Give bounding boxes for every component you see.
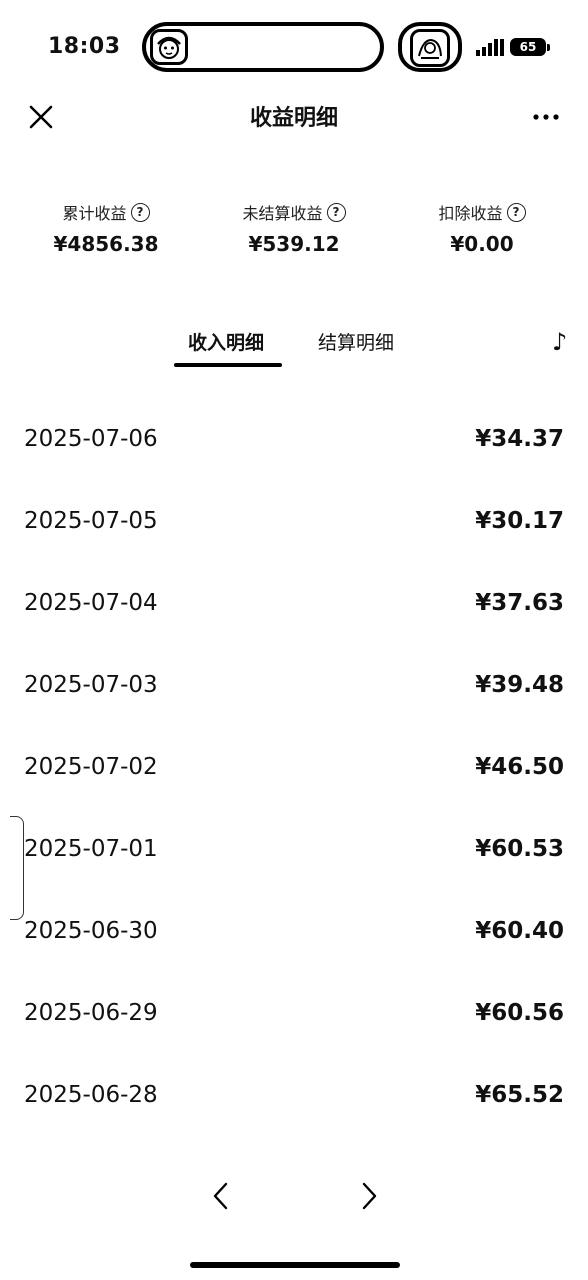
stat-value: ¥0.00 bbox=[450, 232, 514, 256]
help-icon[interactable]: ? bbox=[506, 202, 526, 222]
row-date: 2025-07-02 bbox=[24, 754, 158, 780]
tab-income-details[interactable]: 收入明细 bbox=[188, 328, 264, 355]
page-title: 收益明细 bbox=[249, 106, 338, 131]
avatar-icon bbox=[150, 29, 188, 65]
row-date: 2025-07-04 bbox=[24, 590, 158, 616]
earnings-summary: 累计收益 ? ¥4856.38 未结算收益 ? ¥539.12 扣除收益 ? ¥… bbox=[0, 200, 588, 270]
stat-label: 未结算收益 bbox=[242, 204, 323, 223]
list-item[interactable]: 2025-07-02 ¥46.50 bbox=[0, 730, 588, 812]
income-list: 2025-07-06 ¥34.37 2025-07-05 ¥30.17 2025… bbox=[0, 402, 588, 1140]
header: 收益明细 bbox=[0, 90, 588, 142]
list-item[interactable]: 2025-07-05 ¥30.17 bbox=[0, 484, 588, 566]
stat-value: ¥539.12 bbox=[248, 232, 340, 256]
dynamic-island-left[interactable] bbox=[142, 22, 384, 72]
stat-total-earnings: 累计收益 ? ¥4856.38 bbox=[16, 200, 196, 256]
row-date: 2025-06-28 bbox=[24, 1082, 158, 1108]
battery-tip bbox=[547, 44, 550, 51]
list-item[interactable]: 2025-06-30 ¥60.40 bbox=[0, 894, 588, 976]
dynamic-island-right[interactable] bbox=[398, 22, 462, 72]
row-date: 2025-07-06 bbox=[24, 426, 158, 452]
pagination bbox=[0, 1172, 588, 1218]
tab-bar: 收入明细 结算明细 ♪ bbox=[0, 320, 588, 370]
status-bar: 18:03 65 bbox=[0, 0, 588, 96]
active-tab-indicator bbox=[174, 363, 282, 367]
help-icon[interactable]: ? bbox=[326, 202, 346, 222]
signal-icon bbox=[476, 39, 504, 56]
stat-unsettled-earnings: 未结算收益 ? ¥539.12 bbox=[204, 200, 384, 256]
help-icon[interactable]: ? bbox=[130, 202, 150, 222]
list-item[interactable]: 2025-07-01 ¥60.53 bbox=[0, 812, 588, 894]
home-indicator[interactable] bbox=[190, 1262, 400, 1268]
edge-handle[interactable] bbox=[10, 816, 24, 920]
row-amount: ¥60.40 bbox=[475, 918, 564, 944]
stat-label: 扣除收益 bbox=[438, 204, 503, 223]
chevron-left-icon[interactable] bbox=[206, 1178, 236, 1214]
list-item[interactable]: 2025-07-03 ¥39.48 bbox=[0, 648, 588, 730]
stat-value: ¥4856.38 bbox=[53, 232, 159, 256]
list-item[interactable]: 2025-07-06 ¥34.37 bbox=[0, 402, 588, 484]
row-date: 2025-07-01 bbox=[24, 836, 158, 862]
music-note-icon[interactable]: ♪ bbox=[552, 328, 567, 356]
row-amount: ¥60.56 bbox=[475, 1000, 564, 1026]
avatar-icon bbox=[410, 29, 450, 67]
row-amount: ¥30.17 bbox=[475, 508, 564, 534]
row-amount: ¥39.48 bbox=[475, 672, 564, 698]
list-item[interactable]: 2025-07-04 ¥37.63 bbox=[0, 566, 588, 648]
row-amount: ¥46.50 bbox=[475, 754, 564, 780]
tab-settlement-details[interactable]: 结算明细 bbox=[318, 328, 394, 355]
row-date: 2025-07-03 bbox=[24, 672, 158, 698]
row-date: 2025-07-05 bbox=[24, 508, 158, 534]
chevron-right-icon[interactable] bbox=[354, 1178, 384, 1214]
more-icon[interactable] bbox=[528, 102, 564, 132]
row-date: 2025-06-30 bbox=[24, 918, 158, 944]
stat-label: 累计收益 bbox=[62, 204, 127, 223]
list-item[interactable]: 2025-06-29 ¥60.56 bbox=[0, 976, 588, 1058]
row-amount: ¥34.37 bbox=[475, 426, 564, 452]
battery-icon: 65 bbox=[510, 38, 546, 56]
stat-deducted-earnings: 扣除收益 ? ¥0.00 bbox=[392, 200, 572, 256]
row-amount: ¥60.53 bbox=[475, 836, 564, 862]
row-amount: ¥65.52 bbox=[475, 1082, 564, 1108]
row-date: 2025-06-29 bbox=[24, 1000, 158, 1026]
status-time: 18:03 bbox=[48, 34, 121, 59]
list-item[interactable]: 2025-06-28 ¥65.52 bbox=[0, 1058, 588, 1140]
row-amount: ¥37.63 bbox=[475, 590, 564, 616]
